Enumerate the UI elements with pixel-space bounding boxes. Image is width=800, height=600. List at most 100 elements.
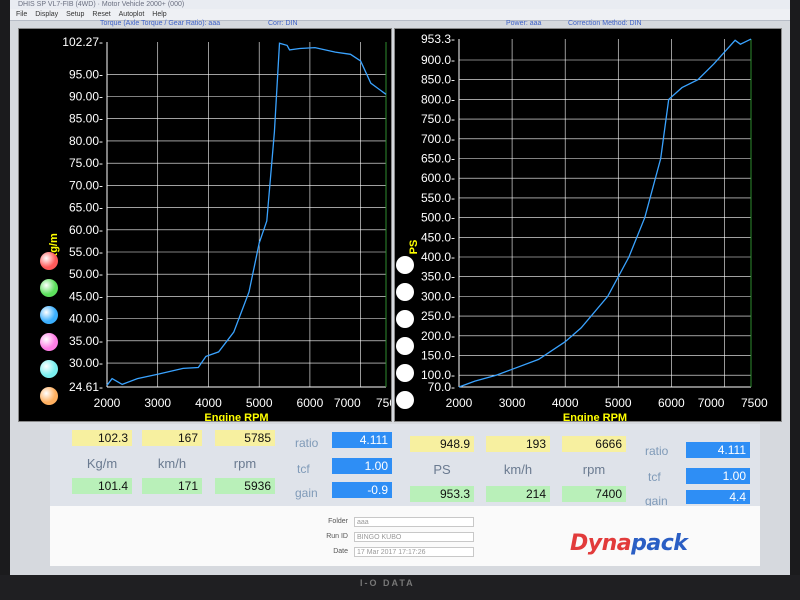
trace-toggle-button[interactable] bbox=[396, 256, 414, 274]
y-tick-label: 90.00- bbox=[69, 90, 103, 104]
y-tick-label: 250.0- bbox=[421, 309, 455, 323]
right-ratio-label: ratio bbox=[645, 444, 669, 458]
runid-label: Run ID bbox=[326, 533, 348, 540]
y-tick-label: 45.00- bbox=[69, 289, 103, 303]
right-tcf-value[interactable]: 1.00 bbox=[686, 468, 750, 484]
y-tick-label: 35.00- bbox=[69, 334, 103, 348]
y-tick-label: 55.00- bbox=[69, 245, 103, 259]
left-current-rpm: 5936 bbox=[215, 478, 275, 494]
y-tick-label: 850.0- bbox=[421, 73, 455, 87]
left-speed-label: km/h bbox=[157, 456, 187, 471]
y-tick-label: 500.0- bbox=[421, 211, 455, 225]
menu-display[interactable]: Display bbox=[35, 9, 58, 20]
y-axis-label: PS bbox=[408, 240, 420, 255]
run-info-footer: Folder aaa Run ID BINGO KUBO Date 17 Mar… bbox=[50, 506, 760, 566]
left-tcf-value[interactable]: 1.00 bbox=[332, 458, 392, 474]
data-curve bbox=[458, 38, 752, 388]
left-peak-value: 102.3 bbox=[72, 430, 132, 446]
right-current-value: 953.3 bbox=[410, 486, 474, 502]
right-rpm-label: rpm bbox=[582, 462, 606, 477]
trace-toggle-button[interactable] bbox=[396, 310, 414, 328]
y-tick-label: 70.00- bbox=[69, 178, 103, 192]
right-peak-speed: 193 bbox=[486, 436, 550, 452]
y-tick-label: 600.0- bbox=[421, 171, 455, 185]
left-current-speed: 171 bbox=[142, 478, 202, 494]
data-curve bbox=[106, 42, 387, 386]
trace-toggle-button[interactable] bbox=[396, 283, 414, 301]
x-tick-label: 7000 bbox=[698, 396, 725, 410]
y-tick-label: 350.0- bbox=[421, 270, 455, 284]
y-tick-label: 24.61- bbox=[69, 380, 103, 394]
y-tick-label: 650.0- bbox=[421, 151, 455, 165]
y-tick-label: 400.0- bbox=[421, 250, 455, 264]
left-peak-rpm: 5785 bbox=[215, 430, 275, 446]
y-tick-label: 450.0- bbox=[421, 230, 455, 244]
trace-toggle-button[interactable] bbox=[40, 279, 58, 297]
left-current-value: 101.4 bbox=[72, 478, 132, 494]
screen: DHIS SP VL7-FIB (4WD) · Motor Vehicle 20… bbox=[10, 0, 790, 575]
trace-toggle-button[interactable] bbox=[40, 306, 58, 324]
trace-toggle-button[interactable] bbox=[396, 391, 414, 409]
y-tick-label: 550.0- bbox=[421, 191, 455, 205]
date-field[interactable]: 17 Mar 2017 17:17:26 bbox=[354, 547, 474, 557]
left-tcf-label: tcf bbox=[297, 462, 310, 476]
trace-toggle-button[interactable] bbox=[396, 364, 414, 382]
y-tick-label: 200.0- bbox=[421, 329, 455, 343]
right-peak-value: 948.9 bbox=[410, 436, 474, 452]
left-gain-value[interactable]: -0.9 bbox=[332, 482, 392, 498]
x-axis-label: Engine RPM bbox=[204, 412, 268, 421]
right-current-rpm: 7400 bbox=[562, 486, 626, 502]
y-tick-label: 40.00- bbox=[69, 312, 103, 326]
dynapack-logo: Dynapack bbox=[570, 531, 688, 556]
right-current-speed: 214 bbox=[486, 486, 550, 502]
trace-toggle-button[interactable] bbox=[40, 387, 58, 405]
x-tick-label: 5000 bbox=[246, 396, 273, 410]
right-gain-value[interactable]: 4.4 bbox=[686, 490, 750, 504]
right-peak-rpm: 6666 bbox=[562, 436, 626, 452]
x-tick-label: 5000 bbox=[605, 396, 632, 410]
x-tick-label: 4000 bbox=[195, 396, 222, 410]
left-peak-speed: 167 bbox=[142, 430, 202, 446]
x-tick-label: 4000 bbox=[552, 396, 579, 410]
folder-field[interactable]: aaa bbox=[354, 517, 474, 527]
x-axis-label: Engine RPM bbox=[563, 412, 627, 421]
power-chart-svg: 953.3- 900.0- 850.0- 800.0- 750.0- 700.0- 650.… bbox=[408, 32, 768, 421]
x-tick-label: 2000 bbox=[94, 396, 121, 410]
menu-file[interactable]: File bbox=[16, 9, 27, 20]
y-tick-label: 800.0- bbox=[421, 92, 455, 106]
power-chart: 953.3- 900.0- 850.0- 800.0- 750.0- 700.0- 650.… bbox=[394, 28, 782, 422]
window-title: DHIS SP VL7-FIB (4WD) · Motor Vehicle 20… bbox=[10, 0, 790, 9]
trace-toggle-button[interactable] bbox=[40, 333, 58, 351]
y-tick-label: 750.0- bbox=[421, 112, 455, 126]
trace-toggle-button[interactable] bbox=[40, 360, 58, 378]
y-tick-label: 953.3- bbox=[421, 32, 455, 46]
x-tick-label: 3000 bbox=[144, 396, 171, 410]
left-unit-label: Kg/m bbox=[86, 456, 118, 471]
y-tick-label: 150.0- bbox=[421, 348, 455, 362]
y-tick-label: 65.00- bbox=[69, 201, 103, 215]
y-tick-label: 75.00- bbox=[69, 156, 103, 170]
left-ratio-value[interactable]: 4.111 bbox=[332, 432, 392, 448]
y-tick-label: 60.00- bbox=[69, 223, 103, 237]
right-tcf-label: tcf bbox=[648, 470, 661, 484]
folder-label: Folder bbox=[328, 518, 348, 525]
x-tick-label: 2000 bbox=[446, 396, 473, 410]
y-tick-label: 300.0- bbox=[421, 289, 455, 303]
right-ratio-value[interactable]: 4.111 bbox=[686, 442, 750, 458]
y-tick-label: 102.27- bbox=[62, 35, 103, 49]
trace-toggle-button[interactable] bbox=[396, 337, 414, 355]
left-gain-label: gain bbox=[295, 486, 318, 500]
menu-setup[interactable]: Setup bbox=[66, 9, 84, 20]
y-tick-label: 900.0- bbox=[421, 53, 455, 67]
x-tick-label: 7000 bbox=[334, 396, 361, 410]
right-unit-label: PS bbox=[433, 462, 451, 477]
torque-chart-svg: 102.27- 95.00- 90.00- 85.00- 80.00- 75.00- 70.… bbox=[48, 35, 391, 421]
y-tick-label: 70.0- bbox=[428, 380, 455, 394]
monitor-brand: I-O DATA bbox=[360, 578, 415, 588]
torque-chart: 102.27- 95.00- 90.00- 85.00- 80.00- 75.00- 70.… bbox=[18, 28, 392, 422]
left-rpm-label: rpm bbox=[233, 456, 257, 471]
runid-field[interactable]: BINGO KUBO bbox=[354, 532, 474, 542]
y-tick-label: 85.00- bbox=[69, 112, 103, 126]
trace-toggle-button[interactable] bbox=[40, 252, 58, 270]
y-tick-label: 95.00- bbox=[69, 67, 103, 81]
